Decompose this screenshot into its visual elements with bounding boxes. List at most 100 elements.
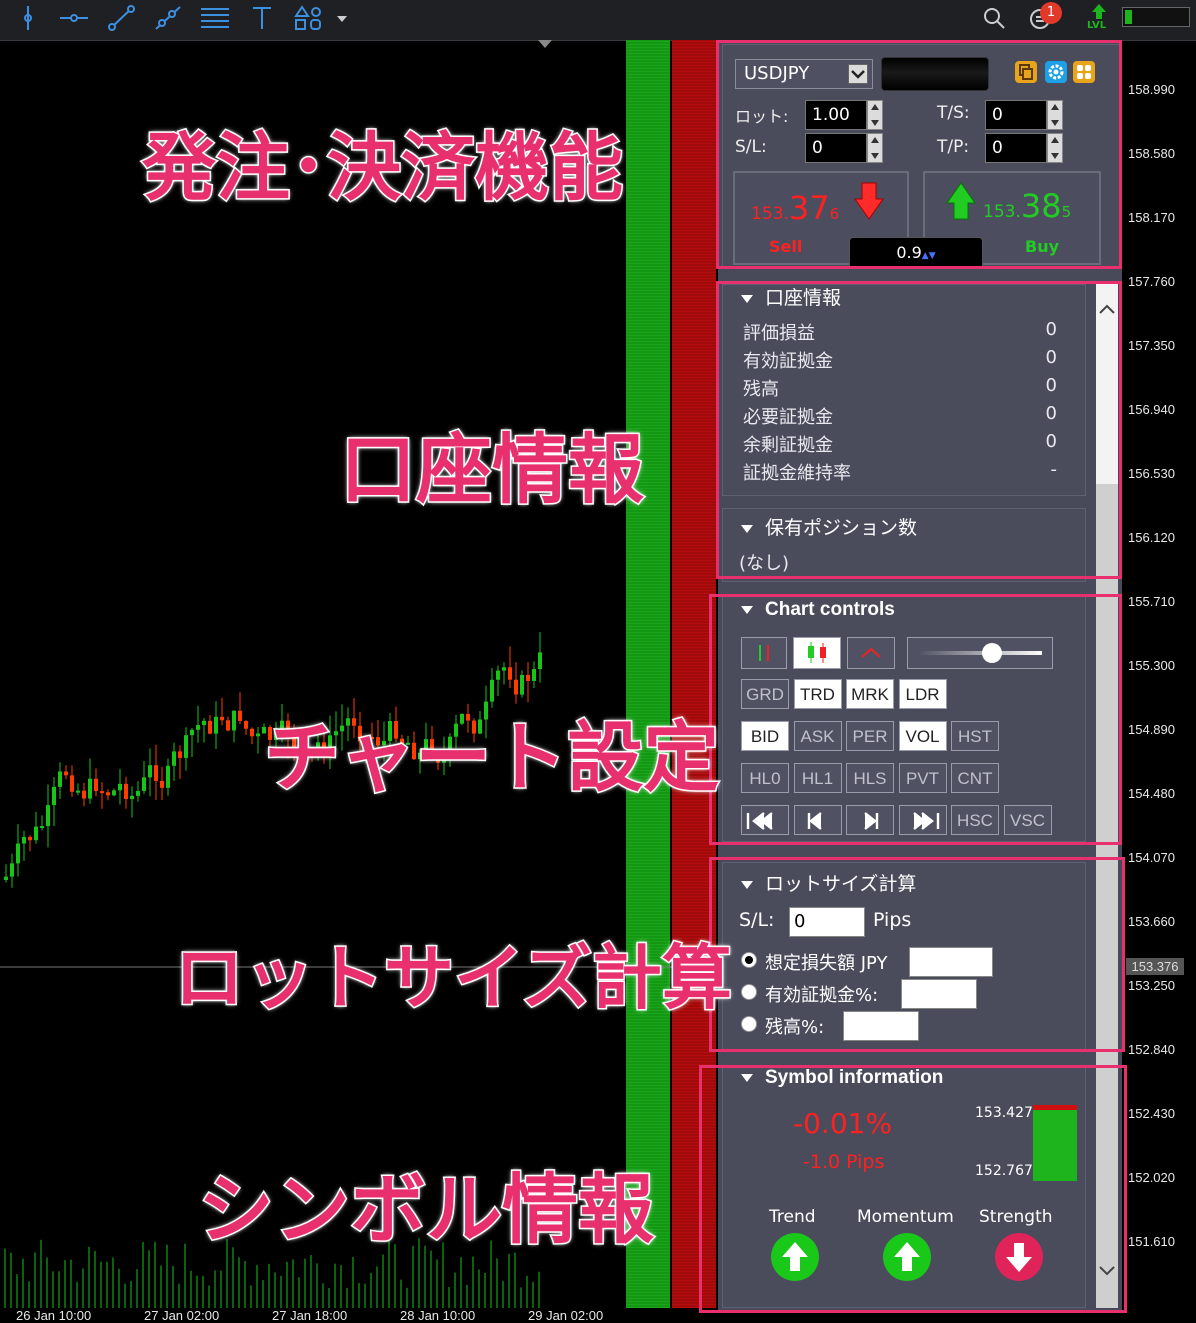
time-tick: 27 Jan 02:00 — [144, 1308, 220, 1323]
price-tick: 152.020 — [1128, 1170, 1175, 1185]
current-price-label: 153.376 — [1126, 958, 1184, 975]
lvl-icon[interactable]: LVL — [1087, 2, 1111, 36]
price-tick: 156.120 — [1128, 530, 1175, 545]
order-annotation: 発注･決済機能 — [141, 124, 625, 213]
price-tick: 157.760 — [1128, 274, 1175, 289]
symbol-highlight-box — [699, 1065, 1127, 1313]
candle-body — [52, 786, 56, 806]
price-tick: 157.350 — [1128, 338, 1175, 353]
candle-body — [256, 733, 260, 737]
horizontal-line-icon[interactable] — [58, 4, 90, 32]
price-tick: 154.480 — [1128, 786, 1175, 801]
candle-body — [250, 728, 254, 737]
trend-line-icon[interactable] — [105, 4, 137, 32]
time-tick: 28 Jan 10:00 — [400, 1308, 476, 1323]
candle-body — [538, 652, 542, 670]
candle-body — [148, 765, 152, 778]
price-tick: 156.530 — [1128, 466, 1175, 481]
candle-body — [82, 790, 86, 799]
time-tick: 29 Jan 02:00 — [528, 1308, 604, 1323]
chart-shift-marker — [538, 40, 552, 48]
candle-body — [244, 720, 248, 729]
price-tick: 158.580 — [1128, 146, 1175, 161]
price-tick: 152.430 — [1128, 1106, 1175, 1121]
time-tick: 27 Jan 18:00 — [272, 1308, 348, 1323]
candle-body — [520, 675, 524, 695]
candle-body — [94, 778, 98, 792]
candle-body — [508, 667, 512, 680]
candle-body — [22, 836, 26, 844]
bull-zone-column — [626, 40, 670, 1308]
ray-icon[interactable] — [152, 4, 184, 32]
candle-body — [172, 751, 176, 766]
candle-body — [130, 795, 134, 800]
candle-body — [124, 783, 128, 800]
account-annotation: 口座情報 — [339, 424, 646, 516]
candle-body — [118, 783, 122, 791]
vertical-line-icon[interactable] — [12, 4, 44, 32]
candle-body — [184, 735, 188, 758]
price-tick: 158.170 — [1128, 210, 1175, 225]
price-tick: 156.940 — [1128, 402, 1175, 417]
price-tick: 152.840 — [1128, 1042, 1175, 1057]
candle-body — [106, 792, 110, 796]
price-tick: 155.300 — [1128, 658, 1175, 673]
candle-body — [142, 777, 146, 791]
lvl-progress-bar — [1122, 7, 1190, 27]
candle-body — [28, 836, 32, 841]
candle-body — [214, 716, 218, 734]
price-tick: 153.250 — [1128, 978, 1175, 993]
price-tick: 154.890 — [1128, 722, 1175, 737]
symbol-annotation: シンボル情報 — [197, 1164, 656, 1256]
time-tick: 26 Jan 10:00 — [16, 1308, 92, 1323]
candle-body — [202, 720, 206, 726]
candle-body — [10, 863, 14, 877]
candle-body — [160, 780, 164, 788]
candle-body — [196, 725, 200, 730]
order-highlight-box — [716, 40, 1122, 269]
candle-body — [514, 679, 518, 695]
candle-body — [526, 675, 530, 681]
lvl-label: LVL — [1087, 20, 1107, 31]
candle-body — [190, 729, 194, 736]
lot-calc-highlight-box — [709, 857, 1125, 1052]
candle-body — [178, 751, 182, 758]
candle-body — [46, 805, 50, 827]
toolbar: 1 LVL — [0, 0, 1196, 41]
candle-body — [232, 710, 236, 731]
candle-body — [502, 667, 506, 671]
candle-body — [40, 826, 44, 829]
candle-body — [154, 765, 158, 781]
candle-body — [496, 670, 500, 680]
candle-body — [100, 791, 104, 794]
candle-body — [64, 771, 68, 776]
search-icon[interactable] — [978, 4, 1010, 32]
price-tick: 151.610 — [1128, 1234, 1175, 1249]
account-highlight-box — [716, 281, 1122, 579]
chevron-down-icon[interactable] — [326, 4, 347, 32]
candle-body — [112, 790, 116, 796]
candle-body — [208, 720, 212, 734]
candle-body — [76, 790, 80, 793]
price-tick: 158.990 — [1128, 82, 1175, 97]
lvl-progress-fill — [1125, 10, 1133, 24]
price-tick: 154.070 — [1128, 850, 1175, 865]
candle-body — [58, 771, 62, 787]
candle-body — [34, 826, 38, 841]
text-tool-icon[interactable] — [246, 4, 278, 32]
price-tick: 155.710 — [1128, 594, 1175, 609]
candle-body — [88, 778, 92, 799]
shapes-icon[interactable] — [292, 4, 324, 32]
candle-body — [70, 775, 74, 792]
chart-controls-highlight-box — [709, 594, 1122, 845]
candle-body — [166, 765, 170, 788]
candle-body — [532, 669, 536, 681]
candle-body — [16, 843, 20, 864]
candle-body — [136, 790, 140, 796]
candle-body — [220, 716, 224, 721]
candle-body — [226, 720, 230, 731]
candle-body — [238, 710, 242, 721]
fibonacci-icon[interactable] — [199, 4, 231, 32]
candle-body — [4, 876, 8, 880]
notification-badge[interactable]: 1 — [1040, 2, 1062, 24]
